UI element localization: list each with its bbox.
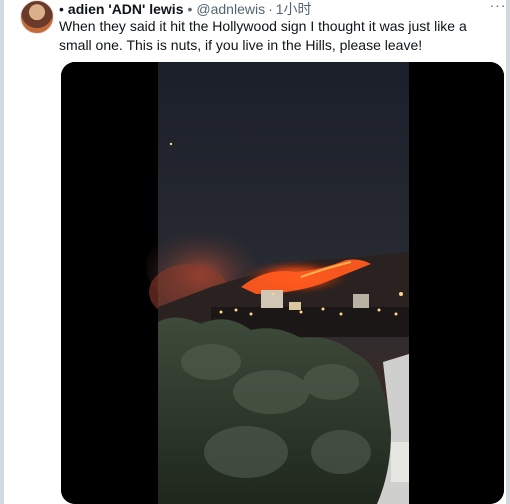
dot-separator: · xyxy=(268,1,273,17)
more-options-icon[interactable]: ··· xyxy=(489,0,507,14)
tweet-text: When they said it hit the Hollywood sign… xyxy=(59,18,467,53)
tweet-video[interactable] xyxy=(61,62,504,504)
video-frame-icon xyxy=(61,62,504,504)
avatar[interactable] xyxy=(20,0,54,34)
handle[interactable]: @adnlewis xyxy=(196,1,265,17)
bullet: • xyxy=(59,1,64,17)
tweet[interactable]: • adien 'ADN' lewis • @adnlewis · 1小时 ··… xyxy=(0,0,510,504)
display-name[interactable]: adien 'ADN' lewis xyxy=(68,1,184,17)
separator: • xyxy=(187,1,193,17)
